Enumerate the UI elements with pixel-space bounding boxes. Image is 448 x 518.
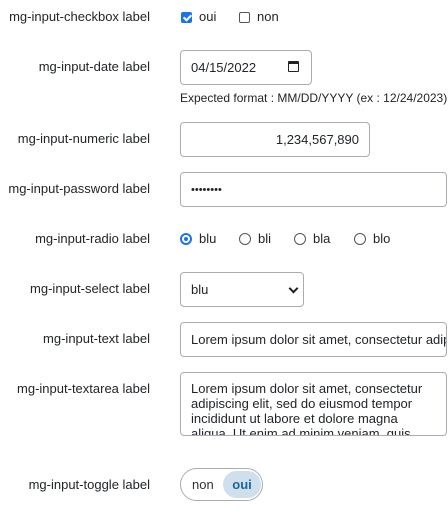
password-label: mg-input-password label — [8, 181, 150, 196]
date-label: mg-input-date label — [38, 59, 150, 74]
checkbox-option-non[interactable]: non — [239, 9, 279, 25]
textarea-input[interactable]: Lorem ipsum dolor sit amet, consectetur … — [180, 372, 447, 436]
select-input[interactable]: blu — [180, 272, 304, 307]
chevron-down-icon[interactable] — [288, 283, 299, 294]
text-value: Lorem ipsum dolor sit amet, consectetur … — [191, 331, 446, 347]
radio-option-blo[interactable]: blo — [354, 231, 390, 247]
date-value: 04/15/2022 — [191, 59, 257, 75]
checkbox-option-label: non — [257, 9, 279, 24]
toggle-off-option[interactable]: non — [192, 477, 214, 493]
password-input[interactable]: •••••••• — [180, 172, 447, 207]
checkbox-option-label: oui — [199, 9, 217, 24]
numeric-value: 1,234,567,890 — [275, 131, 359, 147]
radio-option-label: blo — [373, 231, 391, 246]
text-label: mg-input-text label — [43, 331, 150, 346]
toggle-switch[interactable]: non oui — [180, 468, 263, 501]
radio-checked-icon[interactable] — [180, 233, 192, 245]
checkbox-option-oui[interactable]: oui — [181, 9, 216, 25]
checkbox-label: mg-input-checkbox label — [9, 9, 150, 24]
radio-unchecked-icon[interactable] — [354, 233, 366, 245]
select-label: mg-input-select label — [30, 281, 150, 296]
select-value: blu — [191, 281, 209, 297]
checkbox-unchecked-icon[interactable] — [239, 11, 250, 23]
calendar-icon[interactable] — [288, 61, 299, 72]
textarea-value: Lorem ipsum dolor sit amet, consectetur … — [191, 381, 423, 436]
radio-option-bli[interactable]: bli — [239, 231, 271, 247]
radio-option-blu[interactable]: blu — [180, 231, 216, 247]
numeric-label: mg-input-numeric label — [17, 131, 150, 146]
text-input[interactable]: Lorem ipsum dolor sit amet, consectetur … — [180, 322, 447, 357]
radio-label: mg-input-radio label — [35, 231, 150, 246]
radio-option-label: blu — [199, 231, 217, 246]
date-input[interactable]: 04/15/2022 — [180, 50, 312, 85]
radio-option-label: bla — [313, 231, 331, 246]
radio-unchecked-icon[interactable] — [239, 233, 251, 245]
checkbox-checked-icon[interactable] — [181, 11, 192, 23]
numeric-input[interactable]: 1,234,567,890 — [180, 122, 370, 157]
radio-unchecked-icon[interactable] — [294, 233, 306, 245]
input-form: mg-input-checkbox label oui non mg-input… — [0, 0, 448, 518]
password-value: •••••••• — [191, 183, 222, 196]
radio-option-label: bli — [258, 231, 272, 246]
toggle-label: mg-input-toggle label — [28, 477, 150, 492]
radio-option-bla[interactable]: bla — [294, 231, 330, 247]
date-format-hint: Expected format : MM/DD/YYYY (ex : 12/24… — [180, 91, 448, 105]
toggle-on-option[interactable]: oui — [223, 471, 261, 498]
textarea-label: mg-input-textarea label — [17, 381, 150, 396]
